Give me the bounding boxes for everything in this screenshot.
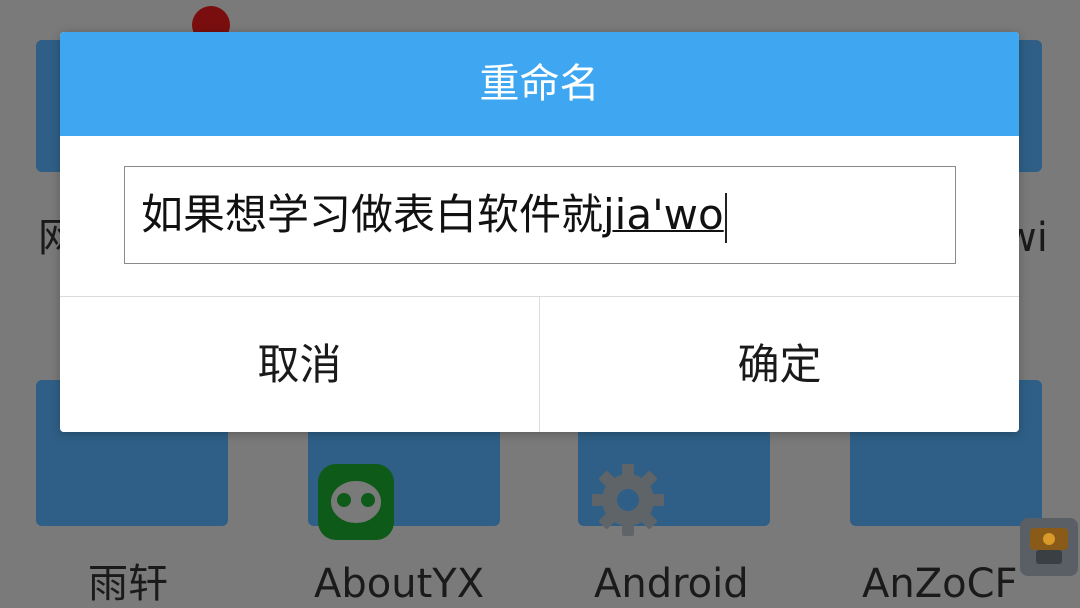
rename-dialog: 重命名 如果想学习做表白软件就jia'wo 取消 确定	[60, 32, 1019, 432]
input-committed-text: 如果想学习做表白软件就	[141, 190, 604, 239]
floating-assistant-icon[interactable]	[1018, 516, 1080, 578]
cancel-button[interactable]: 取消	[60, 297, 539, 432]
app-label-anzocf: AnZoCF	[862, 561, 1018, 607]
confirm-button[interactable]: 确定	[540, 297, 1019, 432]
rename-input[interactable]: 如果想学习做表白软件就jia'wo	[124, 166, 956, 264]
dialog-title: 重命名	[60, 32, 1019, 136]
input-composing-text: jia'wo	[603, 190, 724, 239]
gear-icon	[592, 464, 664, 536]
app-label-android: Android	[594, 561, 749, 607]
text-caret	[724, 192, 727, 243]
app-label-yuxuan: 雨轩	[88, 561, 168, 607]
app-label-aboutyx: AboutYX	[314, 561, 485, 607]
green-chat-icon	[318, 464, 394, 540]
